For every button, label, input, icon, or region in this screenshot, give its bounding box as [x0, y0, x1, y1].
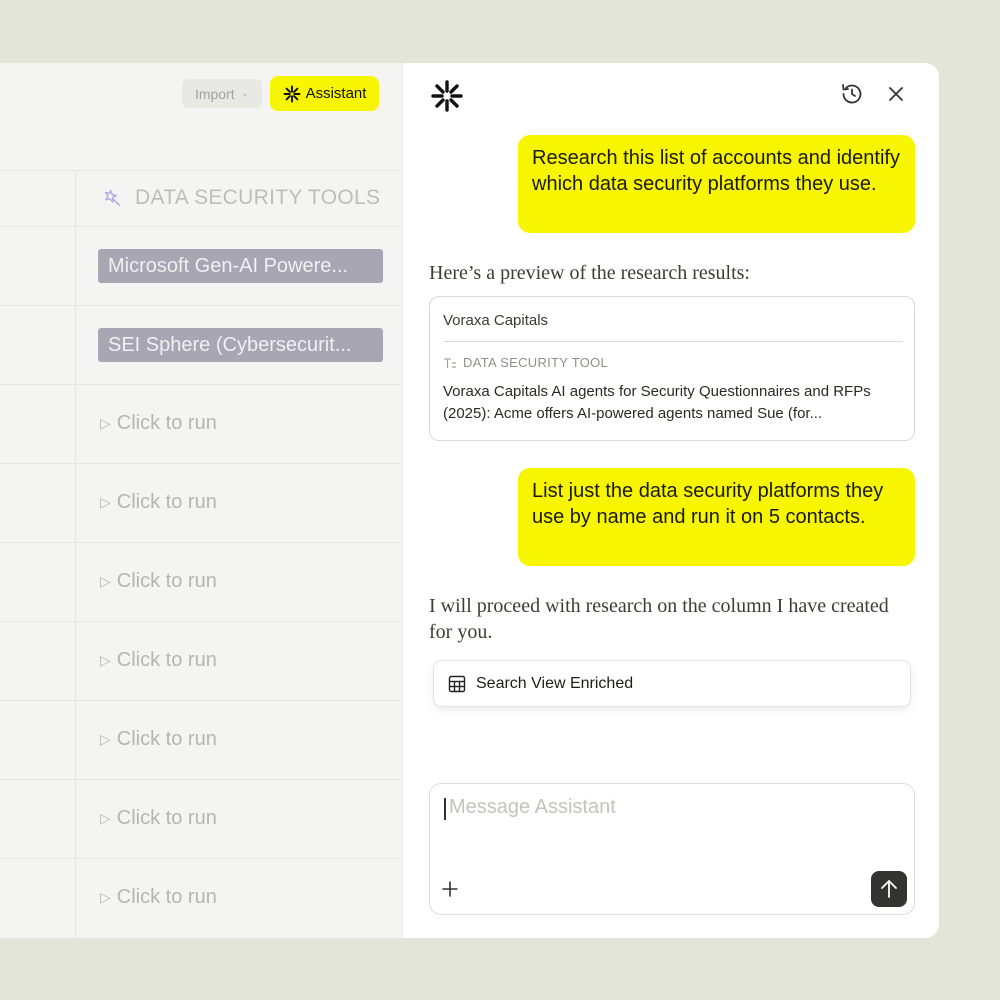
divider	[0, 384, 402, 385]
play-icon: ▷	[100, 888, 111, 905]
click-to-run-label: Click to run	[116, 885, 217, 908]
divider	[0, 700, 402, 701]
import-label: Import	[194, 85, 235, 102]
preview-company-name: Voraxa Capitals	[443, 312, 549, 329]
assistant-label: Assistant	[305, 85, 367, 102]
assistant-panel: Research this list of accounts and ident…	[402, 63, 939, 938]
click-to-run-cell[interactable]: ▷ Click to run	[100, 647, 217, 673]
send-button[interactable]	[871, 871, 907, 907]
click-to-run-cell[interactable]: ▷ Click to run	[100, 489, 217, 515]
divider	[0, 226, 402, 227]
import-button[interactable]: Import ⌄	[182, 79, 262, 108]
user-message-text: Research this list of accounts and ident…	[532, 147, 900, 195]
history-icon[interactable]	[840, 82, 864, 106]
cell-value-chip[interactable]: SEI Sphere (Cybersecurit...	[98, 328, 383, 362]
divider	[0, 779, 402, 780]
play-icon: ▷	[100, 572, 111, 589]
preview-body-text: Voraxa Capitals AI agents for Security Q…	[443, 383, 871, 422]
play-icon: ▷	[100, 730, 111, 747]
cell-value-text: Microsoft Gen-AI Powere...	[108, 254, 349, 277]
click-to-run-label: Click to run	[116, 648, 217, 671]
preview-field-label-text: DATA SECURITY TOOL	[463, 355, 609, 370]
close-icon[interactable]	[887, 85, 905, 103]
click-to-run-label: Click to run	[116, 727, 217, 750]
cell-value-text: SEI Sphere (Cybersecurit...	[108, 333, 352, 356]
click-to-run-cell[interactable]: ▷ Click to run	[100, 726, 217, 752]
magic-wand-icon	[104, 189, 121, 207]
search-view-enriched-button[interactable]: Search View Enriched	[433, 660, 911, 707]
user-message-text: List just the data security platforms th…	[532, 480, 884, 528]
column-header-label: DATA SECURITY TOOLS	[135, 186, 381, 209]
column-header[interactable]: DATA SECURITY TOOLS	[103, 184, 380, 212]
text-field-icon	[444, 357, 456, 368]
click-to-run-cell[interactable]: ▷ Click to run	[100, 568, 217, 594]
divider	[0, 858, 402, 859]
search-view-enriched-label: Search View Enriched	[476, 674, 634, 692]
column-divider	[75, 170, 76, 938]
preview-field-label: DATA SECURITY TOOL	[443, 355, 608, 370]
click-to-run-label: Click to run	[116, 569, 217, 592]
play-icon: ▷	[100, 493, 111, 510]
divider	[0, 170, 402, 171]
play-icon: ▷	[100, 651, 111, 668]
assistant-message-text: Here’s a preview of the research results…	[429, 262, 750, 284]
click-to-run-cell[interactable]: ▷ Click to run	[100, 884, 217, 910]
table-area: Import ⌄ Assistant DATA SECURITY TOOLS M…	[0, 63, 402, 938]
click-to-run-label: Click to run	[116, 490, 217, 513]
table-icon	[448, 675, 466, 692]
chevron-down-icon: ⌄	[240, 88, 250, 99]
assistant-logo-icon	[431, 80, 463, 112]
app-window: Import ⌄ Assistant DATA SECURITY TOOLS M…	[0, 63, 939, 938]
divider	[0, 305, 402, 306]
click-to-run-cell[interactable]: ▷ Click to run	[100, 410, 217, 436]
text-caret	[444, 798, 446, 820]
divider	[0, 621, 402, 622]
message-input[interactable]	[449, 796, 889, 819]
user-message-bubble: Research this list of accounts and ident…	[518, 135, 915, 233]
click-to-run-label: Click to run	[116, 411, 217, 434]
assistant-message-text: I will proceed with research on the colu…	[429, 595, 889, 643]
divider	[0, 463, 402, 464]
message-composer	[429, 783, 915, 915]
research-preview-card[interactable]: Voraxa Capitals DATA SECURITY TOOL Vorax…	[429, 296, 915, 441]
click-to-run-label: Click to run	[116, 806, 217, 829]
play-icon: ▷	[100, 809, 111, 826]
click-to-run-cell[interactable]: ▷ Click to run	[100, 805, 217, 831]
play-icon: ▷	[100, 414, 111, 431]
assistant-button[interactable]: Assistant	[270, 76, 379, 111]
sparkle-asterisk-icon	[283, 85, 301, 102]
user-message-bubble: List just the data security platforms th…	[518, 468, 915, 566]
arrow-up-icon	[881, 880, 897, 898]
divider	[443, 341, 903, 342]
cell-value-chip[interactable]: Microsoft Gen-AI Powere...	[98, 249, 383, 283]
divider	[0, 542, 402, 543]
assistant-message: I will proceed with research on the colu…	[429, 593, 909, 645]
plus-icon[interactable]	[441, 880, 459, 898]
assistant-message: Here’s a preview of the research results…	[429, 260, 909, 286]
